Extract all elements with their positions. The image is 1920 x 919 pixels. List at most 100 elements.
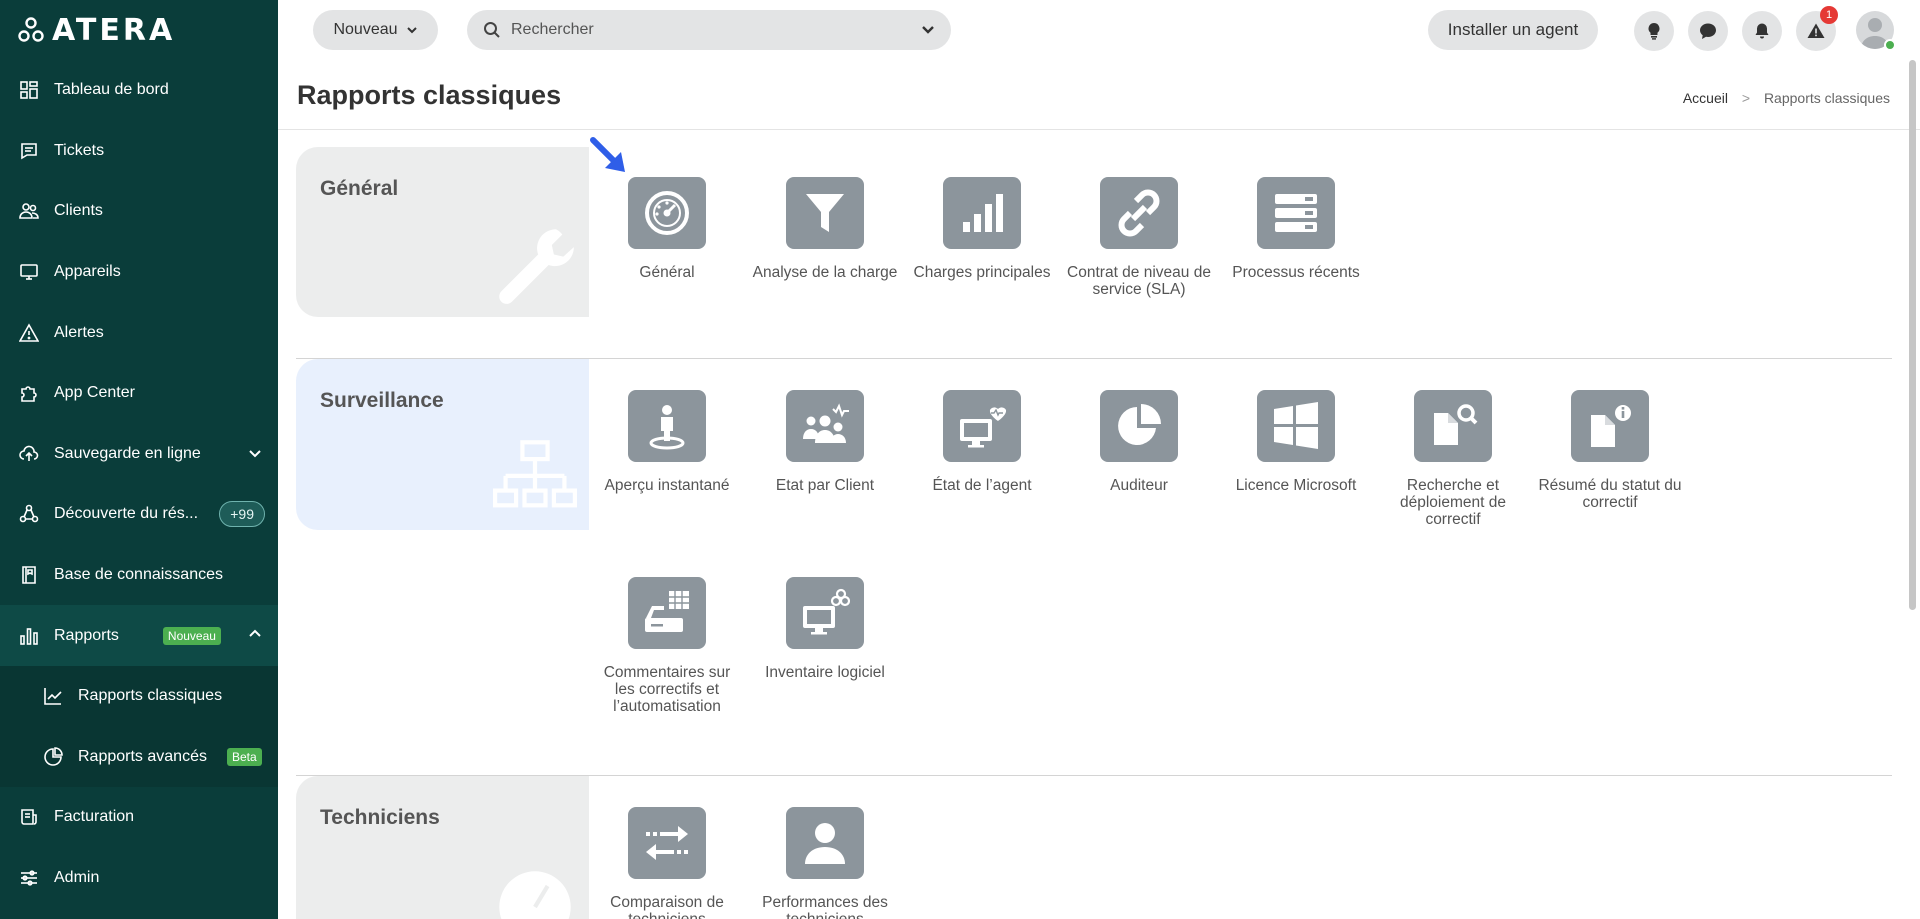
pie-chart-icon bbox=[1118, 404, 1161, 445]
sidebar-item-reports[interactable]: Rapports Nouveau bbox=[0, 605, 278, 666]
sliders-icon bbox=[18, 867, 40, 889]
sidebar-item-label: Tickets bbox=[54, 141, 105, 159]
report-tile-label: Résumé du statut du correctif bbox=[1538, 477, 1682, 511]
monitor-apps-icon bbox=[803, 588, 850, 635]
sidebar-item-dashboard[interactable]: Tableau de bord bbox=[0, 60, 278, 121]
report-tile-patch-search-deploy[interactable]: Recherche et déploiement de correctif bbox=[1378, 390, 1528, 528]
sidebar-item-clients[interactable]: Clients bbox=[0, 181, 278, 242]
search-icon bbox=[484, 22, 500, 38]
search-input[interactable] bbox=[511, 21, 891, 39]
report-tile-status-by-client[interactable]: Etat par Client bbox=[750, 390, 900, 494]
speedometer-icon bbox=[645, 191, 689, 235]
report-tile-label: Auditeur bbox=[1110, 477, 1168, 494]
report-tile-icon-box bbox=[1100, 177, 1178, 249]
report-tile-icon-box bbox=[943, 177, 1021, 249]
pie-chart-icon bbox=[42, 746, 64, 768]
report-tile-label: Performances des techniciens bbox=[762, 894, 888, 919]
sidebar-item-cloud-backup[interactable]: Sauvegarde en ligne bbox=[0, 424, 278, 485]
install-agent-button[interactable]: Installer un agent bbox=[1428, 10, 1598, 50]
sidebar-item-alerts[interactable]: Alertes bbox=[0, 302, 278, 363]
person-pin-icon bbox=[649, 405, 685, 450]
report-tile-patch-status-summary[interactable]: Résumé du statut du correctif bbox=[1535, 390, 1685, 511]
report-tile-load-analysis[interactable]: Analyse de la charge bbox=[750, 177, 900, 281]
report-tile-icon-box bbox=[628, 807, 706, 879]
windows-logo-icon bbox=[1274, 402, 1318, 449]
sidebar-item-knowledge-base[interactable]: Base de connaissances bbox=[0, 545, 278, 606]
server-list-icon bbox=[1275, 194, 1317, 232]
report-tile-label: Contrat de niveau de service (SLA) bbox=[1067, 264, 1211, 298]
new-button-label: Nouveau bbox=[333, 21, 398, 38]
search-bar[interactable] bbox=[467, 10, 951, 50]
sidebar-item-label: Découverte du rés... bbox=[54, 505, 199, 523]
chevron-down-icon[interactable] bbox=[921, 23, 935, 37]
notifications-button[interactable] bbox=[1742, 11, 1782, 51]
breadcrumb-home-link[interactable]: Accueil bbox=[1683, 90, 1728, 106]
report-tile-software-inventory[interactable]: Inventaire logiciel bbox=[750, 577, 900, 681]
report-tile-recent-processes[interactable]: Processus récents bbox=[1221, 177, 1371, 281]
bar-chart-icon bbox=[18, 625, 40, 647]
sidebar-item-tickets[interactable]: Tickets bbox=[0, 121, 278, 182]
section-general-panel: Général bbox=[296, 147, 589, 317]
invoice-icon bbox=[18, 806, 40, 828]
top-bar: Nouveau Installer un agent 1 bbox=[278, 0, 1920, 60]
book-icon bbox=[18, 564, 40, 586]
report-tile-icon-box bbox=[628, 177, 706, 249]
breadcrumb: Accueil > Rapports classiques bbox=[1683, 90, 1890, 106]
sidebar-item-billing[interactable]: Facturation bbox=[0, 787, 278, 848]
report-tile-sla[interactable]: Contrat de niveau de service (SLA) bbox=[1064, 177, 1214, 298]
report-tile-snapshot[interactable]: Aperçu instantané bbox=[592, 390, 742, 494]
report-tile-label: État de l’agent bbox=[932, 477, 1032, 494]
sidebar-item-classic-reports[interactable]: Rapports classiques bbox=[0, 666, 278, 727]
brand-logo[interactable]: ATERA bbox=[18, 13, 175, 48]
lightbulb-button[interactable] bbox=[1634, 11, 1674, 51]
sidebar-item-devices[interactable]: Appareils bbox=[0, 242, 278, 303]
alerts-button[interactable]: 1 bbox=[1796, 6, 1838, 51]
sidebar-item-label: Sauvegarde en ligne bbox=[54, 444, 201, 462]
section-title: Techniciens bbox=[320, 806, 440, 829]
pointer-arrow-icon bbox=[590, 137, 625, 172]
online-status-dot bbox=[1884, 39, 1896, 51]
report-tile-icon-box bbox=[1257, 177, 1335, 249]
bell-icon bbox=[1755, 23, 1769, 39]
report-tile-label: Général bbox=[639, 264, 695, 281]
report-tile-patch-automation-feedback[interactable]: Commentaires sur les correctifs et l’aut… bbox=[592, 577, 742, 715]
report-tile-label: Inventaire logiciel bbox=[765, 664, 885, 681]
section-title: Général bbox=[320, 177, 399, 200]
report-tile-technician-comparison[interactable]: Comparaison de techniciens bbox=[592, 807, 742, 919]
sidebar-item-label: Facturation bbox=[54, 808, 135, 826]
puzzle-icon bbox=[18, 382, 40, 404]
report-tile-top-loads[interactable]: Charges principales bbox=[907, 177, 1057, 281]
sidebar-item-network-discovery[interactable]: Découverte du rés... +99 bbox=[0, 484, 278, 545]
sidebar-item-label: App Center bbox=[54, 384, 135, 402]
warning-icon bbox=[18, 322, 40, 344]
report-tile-auditor[interactable]: Auditeur bbox=[1064, 390, 1214, 494]
warning-icon bbox=[1807, 23, 1825, 38]
sidebar-item-label: Tableau de bord bbox=[54, 81, 169, 99]
link-icon bbox=[1118, 189, 1160, 237]
drive-table-icon bbox=[645, 591, 689, 632]
report-tile-label: Commentaires sur les correctifs et l’aut… bbox=[603, 664, 731, 715]
sidebar-item-label: Appareils bbox=[54, 263, 121, 281]
users-icon bbox=[18, 200, 40, 222]
report-tile-agent-status[interactable]: État de l’agent bbox=[907, 390, 1057, 494]
breadcrumb-separator: > bbox=[1741, 90, 1751, 106]
new-button[interactable]: Nouveau bbox=[313, 10, 438, 50]
report-tile-icon-box bbox=[786, 807, 864, 879]
page-scrollbar[interactable] bbox=[1909, 60, 1916, 610]
new-badge: Nouveau bbox=[162, 626, 221, 645]
chat-button[interactable] bbox=[1688, 11, 1728, 51]
sidebar-item-label: Alertes bbox=[54, 323, 104, 341]
chevron-up-icon[interactable] bbox=[248, 627, 262, 646]
report-tile-general[interactable]: Général bbox=[592, 177, 742, 281]
sidebar-item-admin[interactable]: Admin bbox=[0, 848, 278, 909]
monitor-icon bbox=[18, 261, 40, 283]
report-tile-microsoft-license[interactable]: Licence Microsoft bbox=[1221, 390, 1371, 494]
report-tile-technician-performance[interactable]: Performances des techniciens bbox=[750, 807, 900, 919]
dashboard-icon bbox=[18, 79, 40, 101]
sidebar-item-app-center[interactable]: App Center bbox=[0, 363, 278, 424]
sidebar-item-advanced-reports[interactable]: Rapports avancés Beta bbox=[0, 727, 278, 788]
chevron-down-icon[interactable] bbox=[248, 446, 262, 465]
document-search-icon bbox=[1434, 404, 1478, 445]
report-tile-icon-box bbox=[628, 577, 706, 649]
reports-submenu: Rapports classiques Rapports avancés Bet… bbox=[0, 665, 278, 788]
